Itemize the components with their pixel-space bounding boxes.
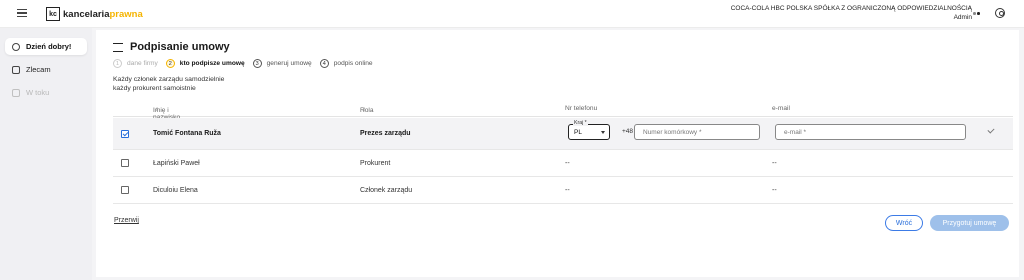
- sidebar-item-label: Dzień dobry!: [26, 42, 72, 51]
- sidebar-item-label: W toku: [26, 88, 50, 97]
- step-generuj-umowe: 3 generuj umowę: [252, 59, 312, 68]
- table-row: Tomić Fontana Ruža Prezes zarządu Kraj *…: [113, 118, 1013, 150]
- sort-icon: ⇕: [155, 107, 160, 113]
- company-name: COCA-COLA HBC POLSKA SPÓŁKA Z OGRANICZON…: [730, 5, 972, 12]
- row-checkbox[interactable]: [121, 159, 129, 167]
- step-number: 1: [113, 59, 122, 68]
- stepper: 1 dane firmy 2 kto podpisze umowę 3 gene…: [113, 59, 381, 68]
- signer-phone: --: [565, 160, 570, 167]
- signer-name: Diculoiu Elena: [153, 187, 198, 194]
- logo-mark: kc: [46, 7, 60, 21]
- signing-card: Podpisanie umowy 1 dane firmy 2 kto podp…: [96, 30, 1019, 277]
- country-select[interactable]: Kraj * PL: [568, 120, 610, 140]
- sidebar-item-label: Zlecam: [26, 65, 51, 74]
- sidebar-item-dzien-dobry[interactable]: Dzień dobry!: [5, 38, 87, 55]
- step-kto-podpisze: 2 kto podpisze umowę: [165, 59, 245, 68]
- signer-role: Członek zarządu: [360, 187, 413, 194]
- table-header: Imię i nazwisko⇕ Rola⇕ Nr telefonu e-mai…: [113, 103, 1013, 121]
- step-podpis-online: 4 podpis online: [319, 59, 373, 68]
- sidebar: Dzień dobry! Zlecam W toku: [0, 28, 92, 280]
- phone-prefix: +48: [622, 128, 634, 135]
- signer-name: Łapiński Paweł: [153, 160, 200, 167]
- signer-email: --: [772, 187, 777, 194]
- signer-name: Tomić Fontana Ruža: [153, 130, 221, 137]
- step-number: 2: [165, 59, 175, 68]
- back-button[interactable]: Wróć: [885, 215, 923, 231]
- representation-info: Każdy członek zarządu samodzielnie każdy…: [113, 75, 224, 93]
- info-line: Każdy członek zarządu samodzielnie: [113, 76, 225, 83]
- phone-input[interactable]: Numer komórkowy *: [634, 124, 760, 140]
- country-label: Kraj *: [573, 120, 588, 126]
- cancel-link[interactable]: Przerwij: [114, 217, 139, 224]
- contract-icon: [113, 42, 123, 52]
- status-toggle-icon[interactable]: [973, 12, 980, 16]
- signer-role: Prezes zarządu: [360, 130, 411, 137]
- prepare-contract-button[interactable]: Przygotuj umowę: [930, 215, 1009, 231]
- table-row: Łapiński Paweł Prokurent -- --: [113, 150, 1013, 177]
- wave-icon: [12, 42, 20, 51]
- signer-role: Prokurent: [360, 160, 391, 167]
- step-label: dane firmy: [127, 60, 158, 67]
- logo[interactable]: kc kancelariaprawna: [46, 6, 143, 22]
- main-content: Podpisanie umowy 1 dane firmy 2 kto podp…: [92, 28, 1024, 280]
- email-placeholder: e-mail *: [784, 129, 807, 136]
- user-role: Admin: [953, 14, 972, 21]
- step-label: kto podpisze umowę: [179, 60, 245, 67]
- edit-icon: [12, 88, 20, 97]
- phone-placeholder: Numer komórkowy *: [643, 129, 702, 136]
- table-row: Diculoiu Elena Członek zarządu -- --: [113, 177, 1013, 204]
- sidebar-item-zlecam[interactable]: Zlecam: [5, 61, 87, 78]
- signer-email: --: [772, 160, 777, 167]
- step-dane-firmy[interactable]: 1 dane firmy: [113, 59, 158, 68]
- sort-icon: ⇕: [362, 107, 367, 113]
- menu-icon[interactable]: [17, 9, 27, 17]
- confirm-check-icon[interactable]: [987, 126, 995, 134]
- step-label: podpis online: [333, 60, 373, 67]
- top-bar: kc kancelariaprawna COCA-COLA HBC POLSKA…: [0, 0, 1024, 28]
- signer-phone: --: [565, 187, 570, 194]
- page-title: Podpisanie umowy: [130, 41, 230, 53]
- chevron-down-icon: [601, 131, 605, 134]
- sidebar-item-w-toku: W toku: [5, 84, 87, 101]
- country-value: PL: [574, 129, 582, 136]
- row-checkbox[interactable]: [121, 130, 129, 138]
- header-phone: Nr telefonu: [565, 105, 598, 112]
- logo-text: kancelariaprawna: [63, 8, 143, 20]
- step-number: 4: [319, 59, 329, 68]
- step-number: 3: [252, 59, 262, 68]
- user-account-icon[interactable]: [995, 8, 1005, 18]
- step-label: generuj umowę: [266, 60, 312, 67]
- row-checkbox[interactable]: [121, 186, 129, 194]
- info-line: każdy prokurent samoistnie: [113, 85, 196, 92]
- email-input[interactable]: e-mail *: [775, 124, 966, 140]
- document-icon: [12, 65, 20, 74]
- header-email: e-mail: [772, 105, 790, 112]
- company-info: COCA-COLA HBC POLSKA SPÓŁKA Z OGRANICZON…: [731, 4, 972, 22]
- page-header: Podpisanie umowy: [113, 41, 230, 53]
